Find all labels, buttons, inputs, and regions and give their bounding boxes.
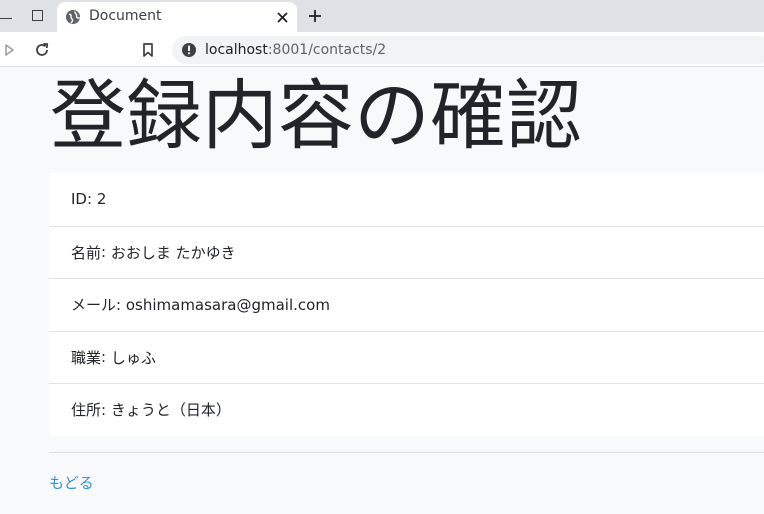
detail-separator: : xyxy=(86,190,97,209)
detail-separator: : xyxy=(101,400,111,419)
url-text: localhost:8001/contacts/2 xyxy=(205,42,386,58)
browser-tab-bar: Document xyxy=(0,0,764,32)
detail-value: きょうと（日本） xyxy=(110,401,231,420)
detail-item-name: 名前: おおしま たかゆき xyxy=(49,225,764,279)
minimize-icon xyxy=(0,17,12,19)
detail-label: メール xyxy=(71,296,117,315)
detail-separator: : xyxy=(116,295,126,314)
detail-label: 名前 xyxy=(71,243,102,262)
detail-value: 2 xyxy=(96,190,107,209)
url-host: localhost xyxy=(205,42,268,58)
page-title: 登録内容の確認 xyxy=(50,71,582,160)
browser-tab[interactable]: Document xyxy=(57,2,297,32)
detail-list: ID: 2 名前: おおしま たかゆき メール: oshimamasara@gm… xyxy=(49,173,764,436)
detail-value: しゅふ xyxy=(110,348,156,367)
detail-separator: : xyxy=(101,243,111,262)
detail-item-id: ID: 2 xyxy=(49,173,764,226)
forward-icon xyxy=(5,44,14,56)
reload-icon xyxy=(36,42,49,56)
detail-label: ID xyxy=(71,190,87,209)
page-content: 登録内容の確認 ID: 2 名前: おおしま たかゆき メール: oshimam… xyxy=(0,68,764,514)
globe-icon xyxy=(66,10,81,24)
detail-value: おおしま たかゆき xyxy=(110,243,236,262)
address-bar[interactable]: localhost:8001/contacts/2 xyxy=(172,36,764,64)
divider xyxy=(49,452,764,453)
minimize-window-button[interactable] xyxy=(0,4,16,26)
close-tab-button[interactable] xyxy=(274,9,290,25)
tab-title: Document xyxy=(89,8,162,24)
plus-icon xyxy=(309,10,321,22)
close-icon xyxy=(276,11,288,23)
detail-item-email: メール: oshimamasara@gmail.com xyxy=(49,278,764,331)
detail-label: 住所 xyxy=(71,401,102,420)
bookmark-button[interactable] xyxy=(138,40,158,60)
info-icon[interactable] xyxy=(181,42,197,58)
new-tab-button[interactable] xyxy=(305,6,325,26)
reload-button[interactable] xyxy=(32,40,52,60)
browser-toolbar: localhost:8001/contacts/2 xyxy=(0,32,764,67)
back-link[interactable]: もどる xyxy=(49,472,94,493)
maximize-window-button[interactable] xyxy=(26,4,48,26)
detail-value: oshimamasara@gmail.com xyxy=(125,295,330,314)
url-path: :8001/contacts/2 xyxy=(267,42,387,58)
maximize-icon xyxy=(31,9,43,21)
detail-label: 職業 xyxy=(71,348,102,367)
forward-button[interactable] xyxy=(0,40,19,60)
detail-item-occupation: 職業: しゅふ xyxy=(49,330,764,384)
detail-item-address: 住所: きょうと（日本） xyxy=(49,383,764,436)
bookmark-icon xyxy=(143,43,153,57)
detail-separator: : xyxy=(101,348,111,367)
